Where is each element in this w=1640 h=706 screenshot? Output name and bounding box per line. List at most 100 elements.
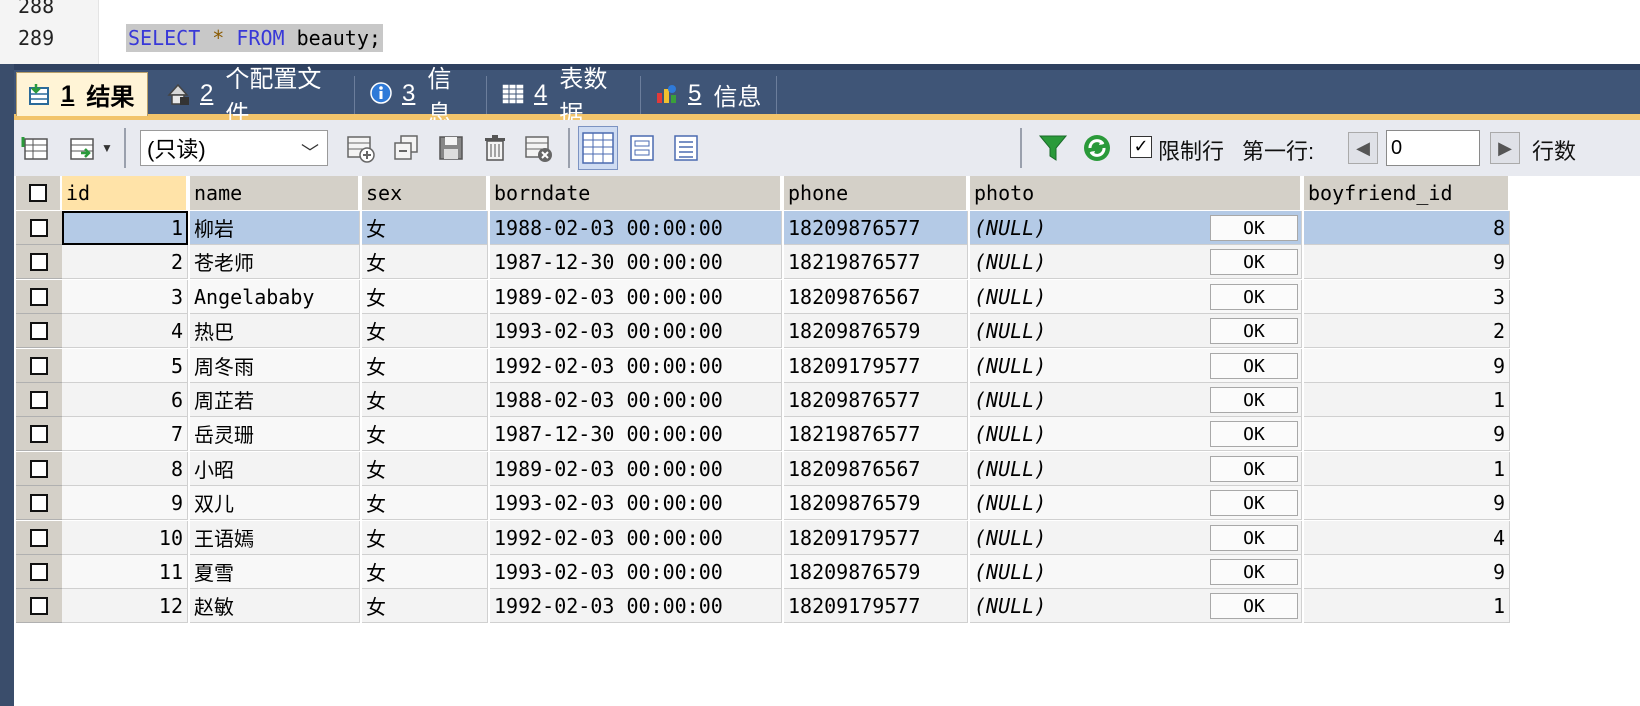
sql-statement[interactable]: SELECT * FROM beauty; xyxy=(126,24,383,52)
cell-sex[interactable]: 女 xyxy=(362,589,488,623)
row-checkbox[interactable] xyxy=(16,486,62,520)
filter-button[interactable] xyxy=(1036,130,1070,166)
cell-id[interactable]: 8 xyxy=(62,452,188,486)
text-view-button[interactable] xyxy=(668,130,704,166)
cell-borndate[interactable]: 1988-02-03 00:00:00 xyxy=(490,211,782,245)
cell-boyfriend-id[interactable]: 9 xyxy=(1304,417,1510,451)
cell-boyfriend-id[interactable]: 9 xyxy=(1304,349,1510,383)
row-checkbox[interactable] xyxy=(16,280,62,314)
blob-ok-button[interactable]: OK xyxy=(1210,353,1298,379)
cell-borndate[interactable]: 1992-02-03 00:00:00 xyxy=(490,589,782,623)
cell-boyfriend-id[interactable]: 3 xyxy=(1304,280,1510,314)
blob-ok-button[interactable]: OK xyxy=(1210,249,1298,275)
cell-phone[interactable]: 18209876579 xyxy=(784,486,968,520)
cell-borndate[interactable]: 1993-02-03 00:00:00 xyxy=(490,486,782,520)
select-all-checkbox[interactable] xyxy=(16,176,62,210)
refresh-button[interactable] xyxy=(1080,130,1114,166)
cell-id[interactable]: 2 xyxy=(62,245,188,279)
cell-phone[interactable]: 18209876577 xyxy=(784,211,968,245)
duplicate-row-button[interactable] xyxy=(390,130,424,166)
column-header-phone[interactable]: phone xyxy=(784,176,968,210)
cell-sex[interactable]: 女 xyxy=(362,383,488,417)
row-checkbox[interactable] xyxy=(16,211,62,245)
import-dropdown-button[interactable]: ▼ xyxy=(62,130,118,166)
cell-name[interactable]: 夏雪 xyxy=(190,555,360,589)
cell-id[interactable]: 9 xyxy=(62,486,188,520)
cell-boyfriend-id[interactable]: 1 xyxy=(1304,452,1510,486)
cell-id[interactable]: 12 xyxy=(62,589,188,623)
cell-boyfriend-id[interactable]: 8 xyxy=(1304,211,1510,245)
first-row-input[interactable]: 0 xyxy=(1386,130,1480,166)
prev-page-button[interactable]: ◀ xyxy=(1348,132,1378,164)
cell-phone[interactable]: 18209179577 xyxy=(784,589,968,623)
cell-sex[interactable]: 女 xyxy=(362,280,488,314)
cell-borndate[interactable]: 1987-12-30 00:00:00 xyxy=(490,417,782,451)
cell-id[interactable]: 11 xyxy=(62,555,188,589)
cell-phone[interactable]: 18219876577 xyxy=(784,417,968,451)
cell-sex[interactable]: 女 xyxy=(362,417,488,451)
cell-sex[interactable]: 女 xyxy=(362,314,488,348)
cell-name[interactable]: Angelababy xyxy=(190,280,360,314)
row-checkbox[interactable] xyxy=(16,417,62,451)
next-page-button[interactable]: ▶ xyxy=(1490,132,1520,164)
form-view-button[interactable] xyxy=(624,130,660,166)
cell-name[interactable]: 赵敏 xyxy=(190,589,360,623)
column-header-sex[interactable]: sex xyxy=(362,176,488,210)
tab-table-data[interactable]: 4 表数据 xyxy=(490,66,636,128)
cancel-changes-button[interactable] xyxy=(522,130,556,166)
cell-phone[interactable]: 18209876579 xyxy=(784,555,968,589)
cell-borndate[interactable]: 1987-12-30 00:00:00 xyxy=(490,245,782,279)
cell-name[interactable]: 岳灵珊 xyxy=(190,417,360,451)
cell-boyfriend-id[interactable]: 1 xyxy=(1304,589,1510,623)
cell-id[interactable]: 5 xyxy=(62,349,188,383)
column-header-name[interactable]: name xyxy=(190,176,360,210)
cell-borndate[interactable]: 1989-02-03 00:00:00 xyxy=(490,280,782,314)
cell-borndate[interactable]: 1992-02-03 00:00:00 xyxy=(490,349,782,383)
cell-name[interactable]: 柳岩 xyxy=(190,211,360,245)
blob-ok-button[interactable]: OK xyxy=(1210,318,1298,344)
cell-name[interactable]: 热巴 xyxy=(190,314,360,348)
row-checkbox[interactable] xyxy=(16,245,62,279)
cell-phone[interactable]: 18219876577 xyxy=(784,245,968,279)
cell-sex[interactable]: 女 xyxy=(362,521,488,555)
blob-ok-button[interactable]: OK xyxy=(1210,456,1298,482)
row-checkbox[interactable] xyxy=(16,452,62,486)
cell-id[interactable]: 10 xyxy=(62,521,188,555)
cell-boyfriend-id[interactable]: 9 xyxy=(1304,486,1510,520)
cell-id[interactable]: 3 xyxy=(62,280,188,314)
tab-info-2[interactable]: 5 信息 xyxy=(644,72,774,116)
cell-id[interactable]: 6 xyxy=(62,383,188,417)
cell-boyfriend-id[interactable]: 4 xyxy=(1304,521,1510,555)
cell-name[interactable]: 王语嫣 xyxy=(190,521,360,555)
cell-borndate[interactable]: 1993-02-03 00:00:00 xyxy=(490,555,782,589)
cell-sex[interactable]: 女 xyxy=(362,555,488,589)
row-checkbox[interactable] xyxy=(16,521,62,555)
blob-ok-button[interactable]: OK xyxy=(1210,215,1298,241)
column-header-borndate[interactable]: borndate xyxy=(490,176,782,210)
tab-info[interactable]: 3 信息 xyxy=(358,66,484,128)
sql-editor[interactable]: 288 289 SELECT * FROM beauty; xyxy=(0,0,1640,64)
column-header-id[interactable]: id xyxy=(62,176,188,210)
cell-sex[interactable]: 女 xyxy=(362,245,488,279)
blob-ok-button[interactable]: OK xyxy=(1210,284,1298,310)
cell-id[interactable]: 4 xyxy=(62,314,188,348)
cell-boyfriend-id[interactable]: 1 xyxy=(1304,383,1510,417)
readonly-select[interactable]: (只读) ﹀ xyxy=(140,130,328,166)
blob-ok-button[interactable]: OK xyxy=(1210,559,1298,585)
blob-ok-button[interactable]: OK xyxy=(1210,593,1298,619)
tab-profiles[interactable]: 2 个配置文件 xyxy=(156,66,352,128)
cell-name[interactable]: 苍老师 xyxy=(190,245,360,279)
cell-name[interactable]: 双儿 xyxy=(190,486,360,520)
cell-name[interactable]: 周冬雨 xyxy=(190,349,360,383)
row-checkbox[interactable] xyxy=(16,555,62,589)
cell-boyfriend-id[interactable]: 9 xyxy=(1304,245,1510,279)
cell-borndate[interactable]: 1988-02-03 00:00:00 xyxy=(490,383,782,417)
export-grid-button[interactable] xyxy=(20,130,52,166)
column-header-photo[interactable]: photo xyxy=(970,176,1302,210)
cell-borndate[interactable]: 1989-02-03 00:00:00 xyxy=(490,452,782,486)
row-checkbox[interactable] xyxy=(16,589,62,623)
cell-phone[interactable]: 18209179577 xyxy=(784,521,968,555)
cell-name[interactable]: 周芷若 xyxy=(190,383,360,417)
column-header-boyfriend-id[interactable]: boyfriend_id xyxy=(1304,176,1510,210)
cell-boyfriend-id[interactable]: 9 xyxy=(1304,555,1510,589)
